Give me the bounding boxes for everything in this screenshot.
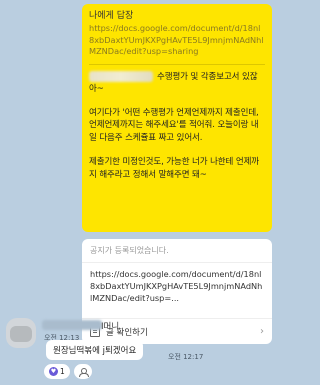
other-message-bubble[interactable]: 원장님떡볶에 j퇴겠어요 <box>46 340 144 360</box>
reactions-row: ♥ 1 <box>44 364 92 379</box>
redacted-text <box>89 70 153 82</box>
my-message-bubble[interactable]: 나에게 답장 https://docs.google.com/document/… <box>82 4 272 232</box>
avatar-image <box>10 326 32 342</box>
notice-url[interactable]: https://docs.google.com/document/d/18nl8… <box>82 263 272 309</box>
avatar[interactable] <box>6 318 36 348</box>
notice-header: 공지가 등록되었습니다. <box>82 239 272 263</box>
other-message-time: 오전 12:17 <box>168 353 204 361</box>
reaction-users-button[interactable] <box>73 364 92 379</box>
redacted-sender-name <box>42 320 102 330</box>
message-body: 여기다가 '어떤 수행평가 언제언제까지 제출인데, 언제언제까지는 해주세요'… <box>89 108 260 180</box>
reaction-like-pill[interactable]: ♥ 1 <box>44 364 70 379</box>
reply-divider <box>89 63 265 65</box>
reply-quoted-url[interactable]: https://docs.google.com/document/d/18nl8… <box>89 23 265 57</box>
chevron-right-icon: › <box>260 326 264 337</box>
sender-name-suffix: I머니 <box>101 322 120 332</box>
person-icon <box>78 367 89 377</box>
reply-header: 나에게 답장 <box>89 11 134 21</box>
reaction-count: 1 <box>60 367 65 376</box>
like-icon: ♥ <box>49 367 58 376</box>
